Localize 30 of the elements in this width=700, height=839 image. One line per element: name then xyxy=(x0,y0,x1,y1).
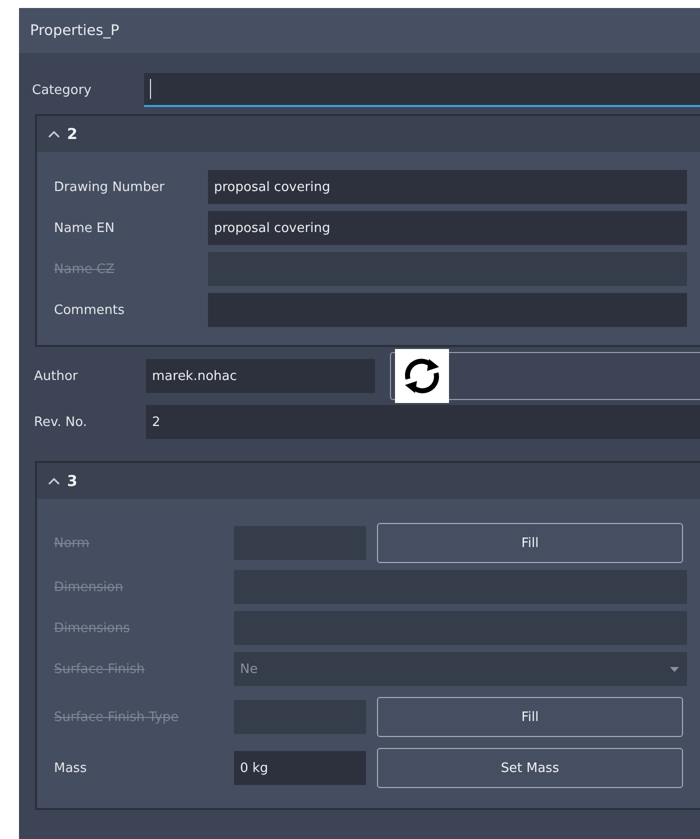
field-label: Mass xyxy=(54,760,88,776)
section-title: 3 xyxy=(67,472,78,490)
section-title: 2 xyxy=(67,125,78,143)
field-label: Surface Finish Type xyxy=(54,710,180,724)
dropdown-arrow-icon xyxy=(670,666,679,672)
section-header[interactable]: 3 xyxy=(37,463,700,499)
refresh-button[interactable] xyxy=(390,352,700,400)
text-cursor xyxy=(150,79,151,99)
field-label: Author xyxy=(33,368,79,384)
input-field[interactable]: proposal covering xyxy=(208,170,687,204)
field-label: Comments xyxy=(54,302,126,318)
field-label: Drawing Number xyxy=(54,180,166,194)
field-label: Dimensions xyxy=(54,620,131,636)
input-field[interactable]: proposal covering xyxy=(208,211,687,245)
input-field[interactable]: marek.nohac xyxy=(146,359,375,393)
input-field[interactable] xyxy=(208,293,687,327)
field-label: Rev. No. xyxy=(33,414,88,430)
input-field[interactable] xyxy=(144,73,700,107)
field-label: Dimension xyxy=(54,580,124,594)
window-title: Properties_P xyxy=(30,22,120,38)
action-button[interactable]: Set Mass xyxy=(377,748,683,788)
refresh-icon xyxy=(395,349,449,403)
input-field[interactable]: 2 xyxy=(146,405,700,439)
field-label: Name CZ xyxy=(54,262,116,276)
field-label: Category xyxy=(31,82,92,98)
field-label: Norm xyxy=(54,536,90,550)
input-field[interactable]: 0 kg xyxy=(234,751,366,785)
field-label: Name EN xyxy=(54,220,116,236)
section-header[interactable]: 2 xyxy=(37,116,700,152)
field-label: Surface Finish xyxy=(54,662,146,676)
